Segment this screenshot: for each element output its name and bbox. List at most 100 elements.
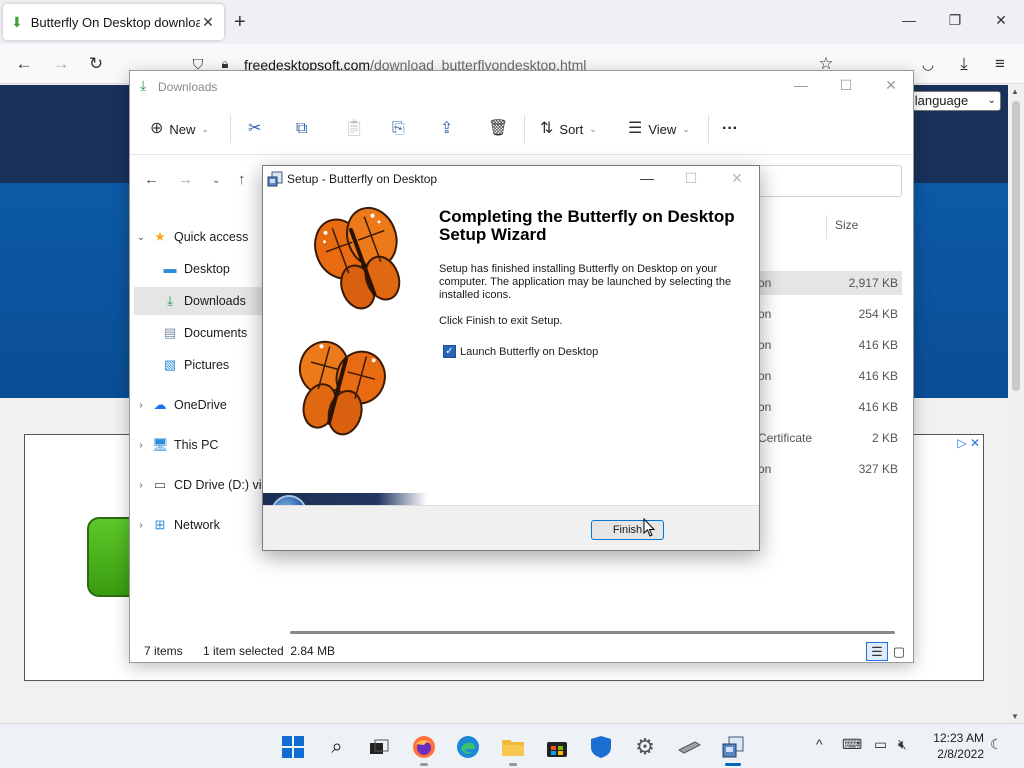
chevron-down-icon[interactable]: ⌄ xyxy=(134,232,148,243)
navigation-pane: ⌄ ★ Quick access ▬ Desktop ⤓ Downloads ▤… xyxy=(130,211,265,631)
setup-maximize-button[interactable]: ☐ xyxy=(671,170,711,187)
explorer-close-button[interactable]: ✕ xyxy=(868,77,913,94)
horizontal-scrollbar[interactable] xyxy=(290,631,895,634)
forward-icon[interactable]: → xyxy=(49,53,73,75)
nav-item-network[interactable]: › ⊞ Network xyxy=(134,511,262,539)
toolbar-divider xyxy=(230,115,231,143)
file-name: on xyxy=(758,462,772,476)
details-view-icon[interactable]: ☰ xyxy=(866,642,888,661)
paste-button[interactable]: 📋︎ xyxy=(344,117,364,141)
menu-icon[interactable]: ≡ xyxy=(988,53,1012,75)
file-name: on xyxy=(758,338,772,352)
nav-item-label: OneDrive xyxy=(174,398,227,412)
column-header-size[interactable]: Size xyxy=(826,215,858,239)
tab-close-button[interactable]: ✕ xyxy=(200,14,216,31)
volume-muted-icon[interactable]: 🔇︎ xyxy=(898,736,907,753)
delete-button[interactable]: 🗑︎ xyxy=(488,117,508,141)
nav-item-this-pc[interactable]: › 🖥︎ This PC xyxy=(134,431,262,459)
nav-item-onedrive[interactable]: › ☁ OneDrive xyxy=(134,391,262,419)
display-icon[interactable]: ▭ xyxy=(874,736,887,753)
view-button-label: View xyxy=(648,121,677,137)
store-icon[interactable] xyxy=(541,731,573,763)
chevron-right-icon[interactable]: › xyxy=(134,400,148,411)
this-pc-icon: 🖥︎ xyxy=(152,437,169,452)
file-row[interactable]: on 327 KB xyxy=(750,457,902,481)
view-button[interactable]: ☰ View ⌄ xyxy=(628,117,690,141)
scroll-up-icon[interactable]: ▲ xyxy=(1011,87,1019,96)
keyboard-icon[interactable]: ⌨ xyxy=(842,736,862,753)
start-icon[interactable] xyxy=(277,731,309,763)
nav-item-quick-access[interactable]: ⌄ ★ Quick access xyxy=(134,223,262,251)
setup-icon[interactable] xyxy=(717,731,749,766)
taskbar: ⌕ ⚙ ^ ⌨ ▭ 🔇︎ ☾ 12:23 AM 2/8/2022 xyxy=(0,723,1024,768)
firefox-icon[interactable] xyxy=(408,731,440,766)
chevron-down-icon: ⌄ xyxy=(987,95,996,106)
clock-time: 12:23 AM xyxy=(933,731,984,745)
search-icon[interactable]: ⌕ xyxy=(321,731,353,763)
page-scrollbar[interactable]: ▲ ▼ xyxy=(1008,85,1024,723)
tiles-view-icon[interactable]: ▢ xyxy=(888,642,910,661)
sort-icon: ⇅ xyxy=(540,120,554,137)
explorer-minimize-button[interactable]: — xyxy=(778,77,824,93)
ad-choices-icon[interactable]: ▷ ✕ xyxy=(957,436,980,450)
scissors-icon: ✂ xyxy=(248,120,262,137)
explorer-maximize-button[interactable]: ☐ xyxy=(823,77,869,94)
launch-option[interactable]: ✓ Launch Butterfly on Desktop xyxy=(443,345,598,358)
sort-button-label: Sort xyxy=(559,121,584,137)
share-button[interactable]: ⇪ xyxy=(440,117,453,141)
launch-checkbox-label[interactable]: Launch Butterfly on Desktop xyxy=(460,346,598,358)
browser-minimize-button[interactable]: — xyxy=(886,12,932,28)
nav-item-pictures[interactable]: ▧ Pictures xyxy=(134,351,262,379)
scroll-down-icon[interactable]: ▼ xyxy=(1011,712,1019,721)
new-tab-button[interactable]: + xyxy=(234,12,246,32)
up-icon[interactable]: ↑ xyxy=(238,171,246,188)
nav-item-label: Documents xyxy=(184,326,248,340)
browser-tab[interactable]: ⬇ Butterfly On Desktop download ✕ xyxy=(3,4,224,40)
drive-icon[interactable] xyxy=(673,731,705,763)
settings-icon[interactable]: ⚙ xyxy=(629,731,661,763)
file-row[interactable]: on 2,917 KB xyxy=(750,271,902,295)
chevron-up-icon[interactable]: ^ xyxy=(816,736,823,752)
sort-button[interactable]: ⇅ Sort ⌄ xyxy=(540,117,597,141)
clock[interactable]: 12:23 AM 2/8/2022 xyxy=(928,730,984,762)
nav-item-cd-drive[interactable]: › ▭ CD Drive (D:) vi xyxy=(134,471,262,499)
chevron-right-icon[interactable]: › xyxy=(134,520,148,531)
setup-minimize-button[interactable]: — xyxy=(627,170,667,186)
pocket-icon[interactable]: ◡ xyxy=(916,53,940,75)
explorer-title-bar[interactable]: ⤓ Downloads — ☐ ✕ xyxy=(130,71,913,103)
downloads-icon[interactable]: ⤓ xyxy=(952,53,976,75)
back-icon[interactable]: ← xyxy=(12,53,36,75)
setup-close-button[interactable]: ✕ xyxy=(717,170,757,187)
browser-close-button[interactable]: ✕ xyxy=(978,12,1024,29)
back-icon[interactable]: ← xyxy=(144,171,159,188)
nav-item-label: CD Drive (D:) vi xyxy=(174,478,262,492)
nav-item-desktop[interactable]: ▬ Desktop xyxy=(134,255,262,283)
nav-item-downloads[interactable]: ⤓ Downloads xyxy=(134,287,262,315)
file-row[interactable]: on 416 KB xyxy=(750,333,902,357)
file-row[interactable]: Certificate 2 KB xyxy=(750,426,902,450)
recent-locations-icon[interactable]: ⌄ xyxy=(212,175,220,186)
file-row[interactable]: on 416 KB xyxy=(750,364,902,388)
reload-icon[interactable]: ↻ xyxy=(84,53,108,75)
browser-restore-button[interactable]: ❐ xyxy=(932,12,978,29)
rename-button[interactable]: ⎘ xyxy=(392,117,405,141)
forward-icon[interactable]: → xyxy=(178,171,193,188)
documents-folder-icon: ▤ xyxy=(163,325,177,340)
edge-icon[interactable] xyxy=(452,731,484,763)
new-button[interactable]: ⊕ New ⌄ xyxy=(150,117,209,141)
file-row[interactable]: on 416 KB xyxy=(750,395,902,419)
security-icon[interactable] xyxy=(585,731,617,763)
more-options-button[interactable]: ··· xyxy=(722,117,738,141)
file-row[interactable]: on 254 KB xyxy=(750,302,902,326)
chevron-right-icon[interactable]: › xyxy=(134,440,148,451)
file-size: 2 KB xyxy=(871,431,898,445)
chevron-right-icon[interactable]: › xyxy=(134,480,148,491)
page-scroll-thumb[interactable] xyxy=(1012,101,1020,391)
focus-assist-icon[interactable]: ☾ xyxy=(990,736,1003,753)
nav-item-documents[interactable]: ▤ Documents xyxy=(134,319,262,347)
file-explorer-icon[interactable] xyxy=(497,731,529,766)
cut-button[interactable]: ✂ xyxy=(248,117,261,141)
task-view-icon[interactable] xyxy=(363,731,395,763)
launch-checkbox[interactable]: ✓ xyxy=(443,345,456,358)
copy-button[interactable]: ⧉ xyxy=(296,117,307,141)
